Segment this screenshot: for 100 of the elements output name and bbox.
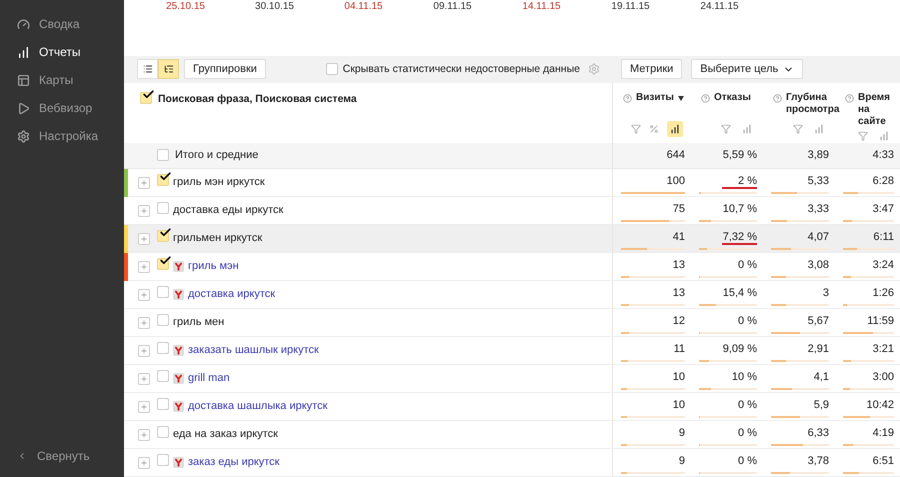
filter-icon[interactable] [793,124,803,134]
dimension-header: Поисковая фраза, Поисковая система [158,92,357,107]
checkbox[interactable] [157,370,169,382]
expand-button[interactable] [138,428,150,440]
column-header[interactable]: Отказы [714,92,751,104]
checkbox[interactable] [157,314,169,326]
metric-value: 0 % [737,398,757,413]
filter-icon[interactable] [631,124,641,134]
expand-button[interactable] [138,232,150,244]
expand-button[interactable] [138,204,150,216]
metric-value: 3,33 [808,202,829,217]
table-row[interactable]: доставка шашлыка иркутск 10 0 % 5,9 10:42 [124,393,900,421]
table-row[interactable]: заказ еды иркутск 9 0 % 3,78 6:51 [124,449,900,477]
table-row[interactable]: grill man 10 10 % 4,1 3:00 [124,365,900,393]
expand-button[interactable] [138,260,150,272]
metric-value: 0 % [737,426,757,441]
table-row[interactable]: гриль мэн иркутск 100 2 % 5,33 6:28 [124,169,900,197]
checkbox[interactable] [157,174,169,186]
checkbox[interactable] [157,454,169,466]
metrics-button[interactable]: Метрики [621,59,682,80]
table-row[interactable]: гриль мен 12 0 % 5,67 11:59 [124,309,900,337]
filter-icon[interactable] [858,130,868,141]
date-label: 30.10.15 [254,1,295,13]
column-header[interactable]: Глубина просмотра [786,92,840,116]
phrase-link[interactable]: grill man [188,370,230,387]
groupings-button[interactable]: Группировки [184,59,266,80]
phrase-label: доставка еды иркутск [173,203,284,218]
metric-value: 12 [672,314,685,329]
help-icon[interactable] [845,94,854,103]
goal-select[interactable]: Выберите цель [691,59,804,80]
column-header[interactable]: Визиты [636,92,684,104]
percent-icon[interactable] [649,124,659,134]
check-icon [159,170,172,183]
checkbox[interactable] [157,202,169,214]
bars-toggle[interactable] [667,120,683,137]
metric-value: 9 [678,426,685,441]
metric-value: 6,33 [808,426,829,441]
checkbox[interactable] [157,342,169,354]
tree-view-button[interactable] [158,59,179,80]
search-engine-icon [173,373,184,384]
help-icon[interactable] [623,94,632,103]
checkbox[interactable] [140,92,152,104]
search-engine-icon [173,457,184,468]
sidebar-item[interactable]: Карты [0,66,124,94]
checkbox[interactable] [157,398,169,410]
metric-value: 9,09 % [722,342,757,357]
checkbox[interactable] [157,286,169,298]
metric-value: 4,1 [814,370,829,385]
expand-button[interactable] [138,288,150,300]
table-row[interactable]: гриль мэн 13 0 % 3,08 3:24 [124,253,900,281]
checkbox[interactable] [157,230,169,242]
help-icon[interactable] [701,94,710,103]
checkbox-label: Скрывать статистически недостоверные данные [342,62,580,77]
metric-value: 9 [678,454,685,469]
checkbox[interactable] [157,426,169,438]
metric-value: 3,08 [808,258,829,273]
sidebar-item[interactable]: Настройка [0,122,124,150]
phrase-link[interactable]: заказать шашлык иркутск [188,342,319,359]
sidebar-item[interactable]: Сводка [0,10,124,38]
phrase-link[interactable]: доставка шашлыка иркутск [188,398,328,415]
gear-icon[interactable] [588,63,600,76]
tree-list-icon [164,64,174,74]
totals-label: Итого и средние [175,148,258,164]
checkbox[interactable] [326,63,338,76]
plus-icon [140,262,148,270]
check-icon [142,88,155,101]
table-row[interactable]: доставка иркутск 13 15,4 % 3 1:26 [124,281,900,309]
bar-chart-icon [17,46,30,58]
metric-value: 6:28 [872,174,894,189]
table-row[interactable]: заказать шашлык иркутск 11 9,09 % 2,91 3:21 [124,337,900,365]
plus-icon [140,206,148,214]
filter-icon[interactable] [721,124,731,134]
plus-icon [140,430,148,438]
checkbox[interactable] [157,149,169,162]
expand-button[interactable] [138,176,150,188]
table-row[interactable]: грильмен иркутск 41 7,32 % 4,07 6:11 [124,225,900,253]
expand-button[interactable] [138,372,150,384]
phrase-label: гриль мен [173,315,224,330]
sidebar-item[interactable]: Вебвизор [0,94,124,122]
expand-button[interactable] [138,400,150,412]
expand-button[interactable] [138,316,150,328]
metric-value: 11 [674,342,685,357]
checkbox[interactable] [157,258,169,270]
expand-button[interactable] [138,456,150,468]
metric-value: 0 % [737,314,757,329]
table-row[interactable]: еда на заказ иркутск 9 0 % 6,33 4:19 [124,421,900,449]
metric-value: 11:59 [867,314,894,329]
metric-value: 13 [672,258,685,273]
help-icon[interactable] [773,94,782,103]
phrase-link[interactable]: доставка иркутск [188,286,276,303]
collapse-button[interactable]: Свернуть [0,447,124,465]
phrase-link[interactable]: заказ еды иркутск [188,454,280,471]
phrase-label: грильмен иркутск [173,231,262,246]
date-label: 25.10.15 [165,1,206,13]
list-view-button[interactable] [137,59,158,80]
phrase-link[interactable]: гриль мэн [188,258,239,275]
expand-button[interactable] [138,344,150,356]
table-row[interactable]: доставка еды иркутск 75 10,7 % 3,33 3:47 [124,197,900,225]
column-header[interactable]: Время на сайте [858,92,898,128]
sidebar-item[interactable]: Отчеты [0,38,124,66]
